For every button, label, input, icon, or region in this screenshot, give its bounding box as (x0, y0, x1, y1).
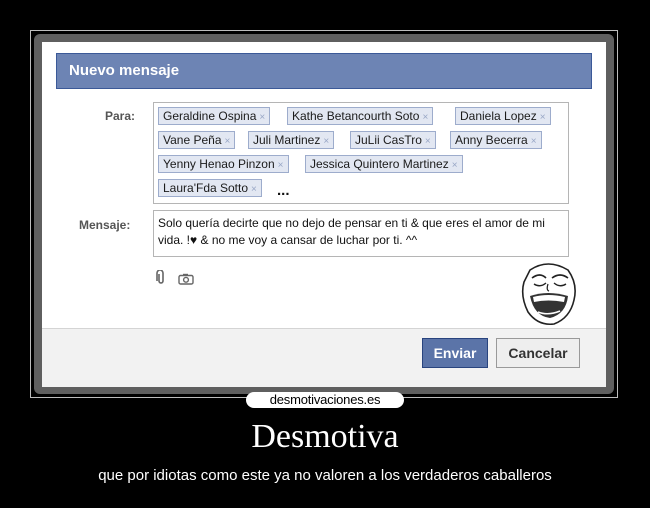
recipient-token[interactable]: JuLii CasTro × (350, 131, 436, 149)
recipients-field[interactable]: Geraldine Ospina × Kathe Betancourth Soto… (153, 102, 569, 204)
send-button[interactable]: Enviar (422, 338, 488, 368)
paperclip-icon[interactable] (155, 269, 167, 291)
poster-title: Desmotiva (251, 418, 399, 455)
recipient-name: Geraldine Ospina (163, 109, 257, 123)
recipient-name: Vane Peña (163, 133, 222, 147)
recipient-token[interactable]: Kathe Betancourth Soto × (287, 107, 434, 125)
recipient-token[interactable]: Vane Peña × (158, 131, 236, 149)
recipient-name: Kathe Betancourth Soto (292, 109, 420, 123)
remove-recipient-icon[interactable]: × (225, 136, 231, 147)
message-label: Mensaje: (79, 218, 131, 232)
troll-face-image (518, 260, 580, 333)
remove-recipient-icon[interactable]: × (259, 112, 265, 123)
to-label: Para: (105, 109, 136, 123)
remove-recipient-icon[interactable]: × (452, 160, 458, 171)
remove-recipient-icon[interactable]: × (422, 112, 428, 123)
recipient-token[interactable]: Yenny Henao Pinzon × (158, 155, 289, 173)
more-recipients-indicator: ... (277, 182, 290, 199)
watermark: desmotivaciones.es (246, 392, 404, 408)
new-message-dialog: Nuevo mensaje Para: Geraldine Ospina × Ka… (42, 42, 606, 387)
remove-recipient-icon[interactable]: × (278, 160, 284, 171)
recipient-name: Anny Becerra (455, 133, 528, 147)
remove-recipient-icon[interactable]: × (323, 136, 329, 147)
dialog-title: Nuevo mensaje (69, 62, 180, 79)
remove-recipient-icon[interactable]: × (540, 112, 546, 123)
recipient-token[interactable]: Juli Martinez × (248, 131, 335, 149)
recipient-name: Laura'Fda Sotto (163, 181, 249, 195)
recipient-name: Juli Martinez (253, 133, 321, 147)
remove-recipient-icon[interactable]: × (425, 136, 431, 147)
cancel-button[interactable]: Cancelar (496, 338, 580, 368)
camera-icon[interactable] (178, 272, 194, 290)
recipient-name: Yenny Henao Pinzon (163, 157, 275, 171)
recipient-token[interactable]: Daniela Lopez × (455, 107, 551, 125)
recipient-token[interactable]: Jessica Quintero Martinez × (305, 155, 463, 173)
recipient-token[interactable]: Geraldine Ospina × (158, 107, 271, 125)
recipient-token[interactable]: Laura'Fda Sotto × (158, 179, 262, 197)
recipient-name: Daniela Lopez (460, 109, 537, 123)
recipient-name: JuLii CasTro (355, 133, 422, 147)
poster-subtitle: que por idiotas como este ya no valoren … (98, 467, 552, 484)
remove-recipient-icon[interactable]: × (251, 184, 257, 195)
message-textarea[interactable]: Solo quería decirte que no dejo de pensa… (153, 210, 569, 257)
recipient-name: Jessica Quintero Martinez (310, 157, 449, 171)
dialog-header: Nuevo mensaje (56, 53, 592, 89)
recipient-token[interactable]: Anny Becerra × (450, 131, 542, 149)
remove-recipient-icon[interactable]: × (531, 136, 537, 147)
